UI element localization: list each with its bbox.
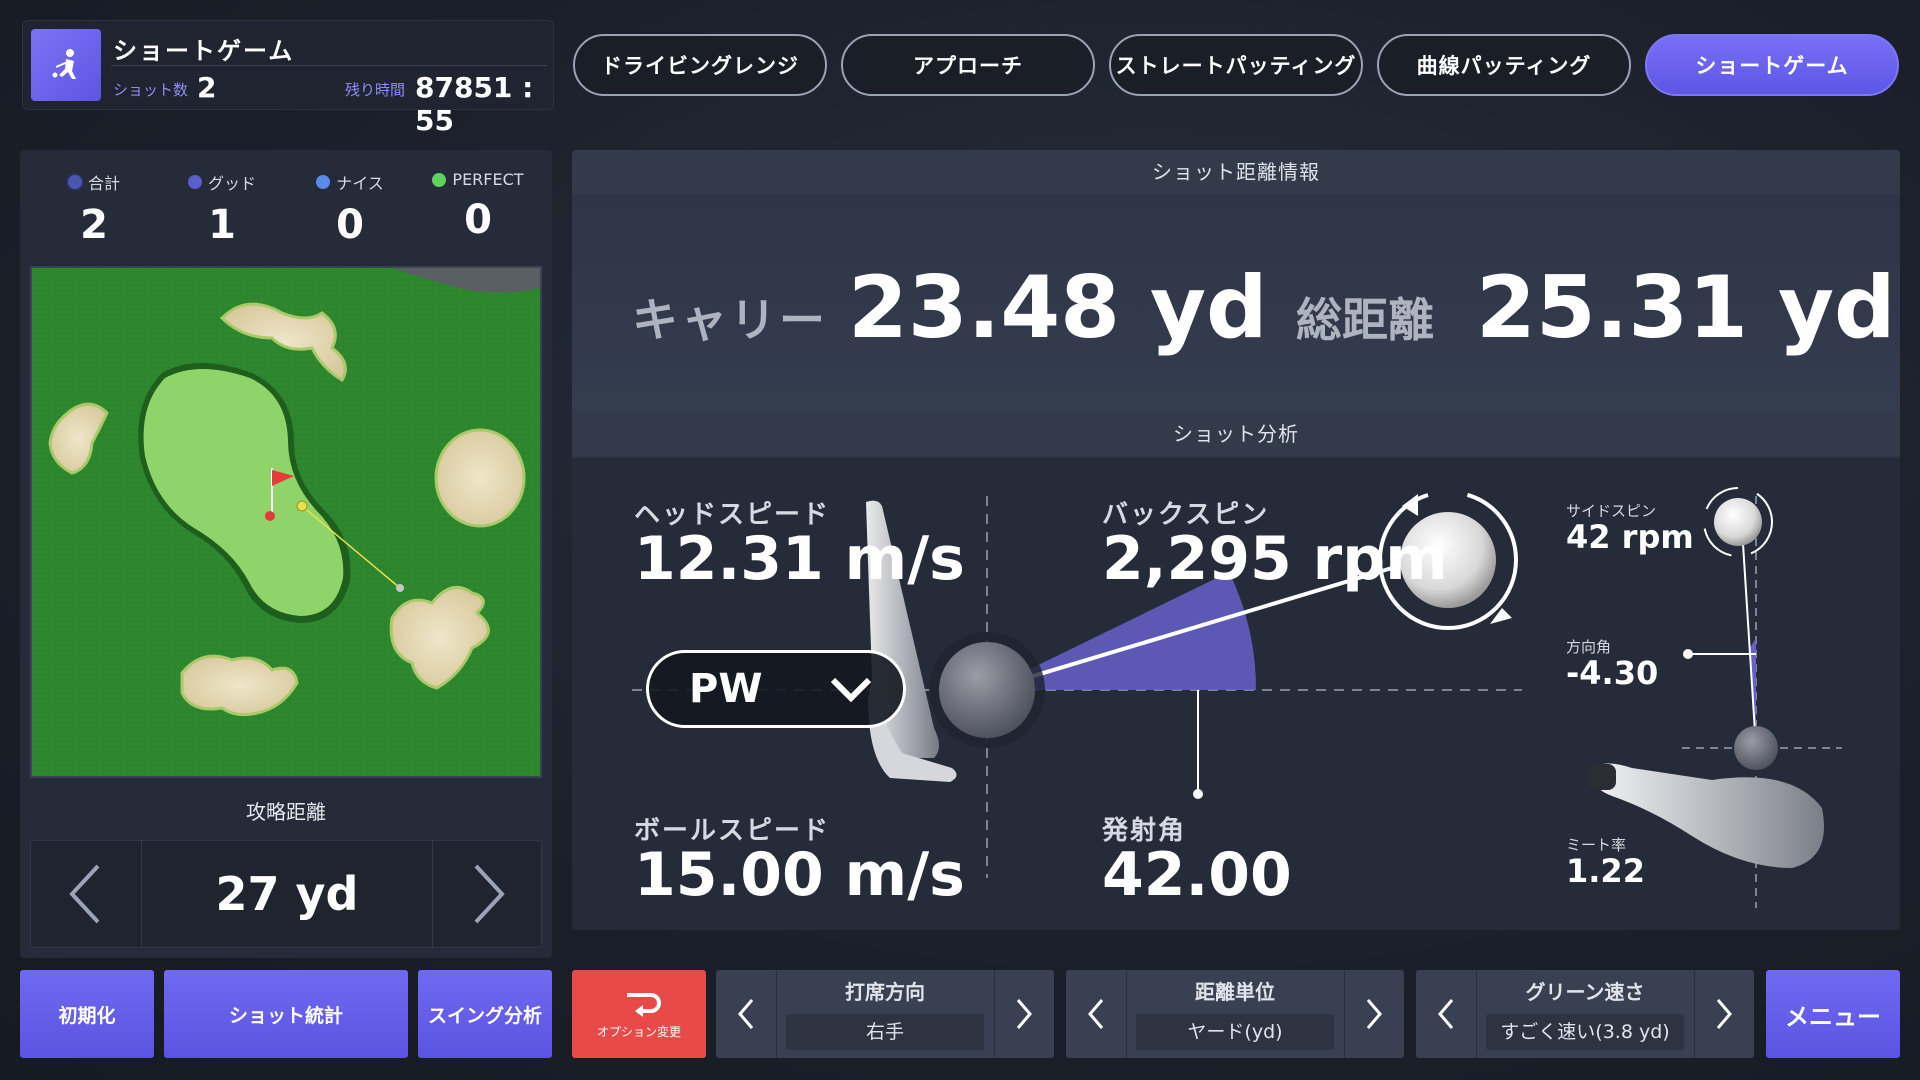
sidespin-value: 42 rpm <box>1566 518 1694 556</box>
green-speed-value: すごく速い(3.8 yd) <box>1486 1014 1684 1050</box>
shot-count-value: 2 <box>197 71 217 104</box>
attack-distance-label: 攻略距離 <box>246 800 326 824</box>
golfer-icon <box>31 29 101 101</box>
stat-value: 0 <box>464 197 492 243</box>
swing-analysis-button[interactable]: スイング分析 <box>418 970 552 1058</box>
dot-icon <box>432 172 447 187</box>
stat-total: 合計 2 <box>34 170 154 248</box>
green-speed-selector: グリーン速さ すごく速い(3.8 yd) <box>1416 970 1754 1058</box>
stat-nice: ナイス 0 <box>290 170 410 248</box>
shot-count-label: ショット数 <box>113 81 189 99</box>
shot-stats-button[interactable]: ショット統計 <box>164 970 408 1058</box>
meet-rate-value: 1.22 <box>1566 852 1645 890</box>
chevron-left-icon <box>738 999 754 1029</box>
tab-short-game[interactable]: ショートゲーム <box>1645 34 1899 96</box>
reset-button[interactable]: 初期化 <box>20 970 154 1058</box>
stat-perfect: PERFECT 0 <box>418 170 538 243</box>
menu-button[interactable]: メニュー <box>1766 970 1900 1058</box>
attack-distance-value: 27 yd <box>141 841 433 947</box>
hit-direction-title: 打席方向 <box>845 980 925 1004</box>
club-name: PW <box>689 666 763 712</box>
mode-title: ショートゲーム <box>113 37 295 65</box>
tab-driving-range[interactable]: ドライビングレンジ <box>573 34 827 96</box>
divider <box>111 65 547 66</box>
chevron-left-icon <box>69 864 100 924</box>
tab-curve-putting[interactable]: 曲線パッティング <box>1377 34 1631 96</box>
attack-distance-selector: 27 yd <box>30 840 542 948</box>
option-change-label: オプション変更 <box>596 1024 681 1039</box>
main-panel: ショット距離情報 キャリー 23.48 yd 総距離 25.31 yd ショット… <box>572 150 1900 930</box>
attack-increase-button[interactable] <box>433 841 543 947</box>
hit-direction-value: 右手 <box>786 1014 984 1050</box>
chevron-left-icon <box>1438 999 1454 1029</box>
remaining-time-label: 残り時間 <box>345 81 406 99</box>
mode-card: ショートゲーム ショット数 2 残り時間 87851 : 55 <box>22 20 554 137</box>
chevron-down-icon <box>830 677 872 703</box>
stat-value: 1 <box>208 202 236 248</box>
chevron-right-icon <box>1716 999 1732 1029</box>
launch-angle-value: 42.00 <box>1102 840 1292 910</box>
total-distance-label: 総距離 <box>1296 293 1434 347</box>
left-panel: 合計 2 グッド 1 ナイス 0 PERFECT 0 攻略距離 27 yd <box>20 150 552 958</box>
dot-icon <box>316 175 331 189</box>
distance-section-title: ショット距離情報 <box>572 150 1900 194</box>
dot-icon <box>67 175 82 189</box>
tab-approach[interactable]: アプローチ <box>841 34 1095 96</box>
stat-good: グッド 1 <box>162 170 282 248</box>
chevron-right-icon <box>1366 999 1382 1029</box>
club-selector[interactable]: PW <box>646 650 906 728</box>
remaining-time-value: 87851 : 55 <box>415 71 534 137</box>
attack-decrease-button[interactable] <box>31 841 141 947</box>
green-speed-prev-button[interactable] <box>1416 970 1476 1058</box>
backspin-value: 2,295 rpm <box>1102 524 1448 594</box>
analysis-section-title: ショット分析 <box>572 412 1900 456</box>
stat-label: 合計 <box>87 174 120 193</box>
carry-label: キャリー <box>632 293 828 347</box>
option-change-button[interactable]: オプション変更 <box>572 970 706 1058</box>
swap-icon <box>617 992 661 1017</box>
head-speed-value: 12.31 m/s <box>634 524 965 594</box>
green-speed-next-button[interactable] <box>1694 970 1754 1058</box>
chevron-left-icon <box>1088 999 1104 1029</box>
total-distance-value: 25.31 yd <box>1476 258 1896 358</box>
direction-angle-value: -4.30 <box>1566 654 1659 692</box>
stat-label: ナイス <box>336 174 384 193</box>
distance-unit-selector: 距離単位 ヤード(yd) <box>1066 970 1404 1058</box>
stat-value: 2 <box>80 202 108 248</box>
hit-direction-prev-button[interactable] <box>716 970 776 1058</box>
distance-unit-next-button[interactable] <box>1344 970 1404 1058</box>
course-map <box>30 266 542 778</box>
distance-unit-prev-button[interactable] <box>1066 970 1126 1058</box>
chevron-right-icon <box>1016 999 1032 1029</box>
hit-direction-selector: 打席方向 右手 <box>716 970 1054 1058</box>
distance-unit-title: 距離単位 <box>1195 980 1275 1004</box>
hit-direction-next-button[interactable] <box>994 970 1054 1058</box>
ball-speed-value: 15.00 m/s <box>634 840 965 910</box>
dot-icon <box>187 175 202 189</box>
green-speed-title: グリーン速さ <box>1525 980 1645 1004</box>
distance-unit-value: ヤード(yd) <box>1136 1014 1334 1050</box>
chevron-right-icon <box>474 864 505 924</box>
carry-value: 23.48 yd <box>848 258 1268 358</box>
distance-row: キャリー 23.48 yd 総距離 25.31 yd <box>572 194 1900 412</box>
stat-value: 0 <box>336 202 364 248</box>
tab-straight-putting[interactable]: ストレートパッティング <box>1109 34 1363 96</box>
stat-label: PERFECT <box>452 170 524 189</box>
stat-label: グッド <box>207 174 256 193</box>
